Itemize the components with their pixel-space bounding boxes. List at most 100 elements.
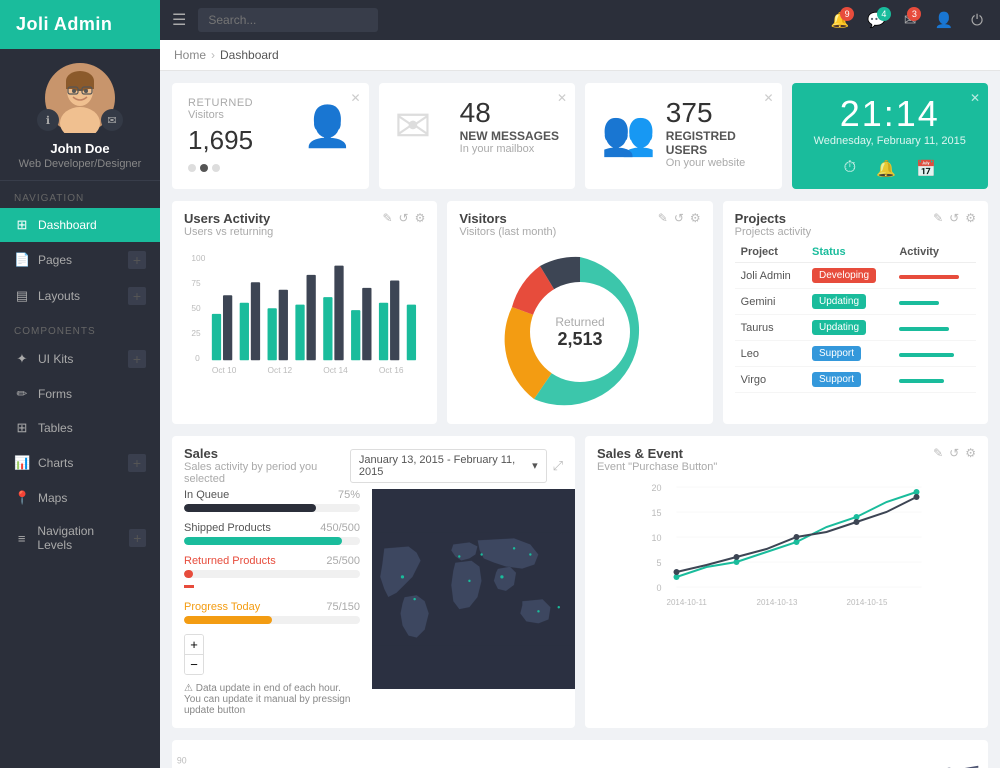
clock-bell-icon[interactable]: 🔔: [876, 159, 896, 179]
users-title: REGISTRED USERS: [666, 129, 766, 157]
progress-sub: ▬: [184, 580, 360, 591]
progress-bar-bg: [184, 537, 360, 545]
sales-event-refresh[interactable]: ↺: [949, 446, 959, 460]
clock-time: 21:14: [840, 93, 940, 135]
nav-levels-plus[interactable]: +: [129, 529, 146, 547]
sales-event-edit[interactable]: ✎: [933, 446, 943, 460]
chevron-down-icon: ▾: [532, 459, 538, 472]
visitors-refresh[interactable]: ↺: [674, 211, 684, 225]
search-input[interactable]: [198, 8, 378, 32]
svg-text:10: 10: [652, 533, 662, 543]
table-row: Virgo Support: [735, 367, 976, 393]
progress-item-queue: In Queue 75%: [184, 489, 360, 512]
messages-badge: 4: [877, 7, 891, 21]
visitors-panel: Visitors Visitors (last month) ✎ ↺ ⚙: [447, 201, 712, 424]
svg-text:25: 25: [191, 328, 201, 338]
visitors-edit[interactable]: ✎: [658, 211, 668, 225]
svg-text:Oct 14: Oct 14: [323, 365, 348, 375]
users-activity-edit[interactable]: ✎: [382, 211, 392, 225]
users-activity-settings[interactable]: ⚙: [415, 211, 426, 225]
sales-panel: Sales Sales activity by period you selec…: [172, 436, 575, 728]
projects-subtitle: Projects activity: [735, 226, 811, 238]
progress-item-today: Progress Today 75/150: [184, 601, 360, 624]
sidebar-item-dashboard[interactable]: ⊞ Dashboard: [0, 208, 160, 242]
sidebar-item-charts[interactable]: 📊 Charts +: [0, 445, 160, 481]
notifications-button[interactable]: 🔔 9: [823, 7, 856, 33]
dashboard-icon: ⊞: [14, 217, 30, 233]
clock-timer-icon[interactable]: ⏱: [844, 159, 856, 179]
uikits-plus[interactable]: +: [128, 350, 146, 368]
returned-label: RETURNED: [188, 97, 253, 109]
stat-card-messages-close[interactable]: ✕: [557, 91, 567, 105]
expand-icon[interactable]: ⤢: [553, 458, 563, 474]
status-badge: Support: [812, 346, 861, 361]
breadcrumb-home[interactable]: Home: [174, 48, 206, 62]
stat-card-returned-close[interactable]: ✕: [350, 91, 360, 105]
map-zoom-out-button[interactable]: −: [185, 655, 203, 674]
clock-card: ✕ 21:14 Wednesday, February 11, 2015 ⏱ 🔔…: [792, 83, 989, 189]
svg-text:2014-10-13: 2014-10-13: [757, 598, 798, 607]
user-menu-button[interactable]: 👤: [927, 7, 960, 33]
sidebar-item-pages[interactable]: 📄 Pages +: [0, 242, 160, 278]
sidebar-item-tables[interactable]: ⊞ Tables: [0, 411, 160, 445]
sidebar-item-forms[interactable]: ✏ Forms: [0, 377, 160, 411]
menu-toggle-button[interactable]: ☰: [168, 6, 190, 34]
table-row: Gemini Updating: [735, 289, 976, 315]
user-icon: 👤: [934, 11, 953, 29]
sales-event-chart-svg: 20 15 10 5 0: [597, 477, 976, 632]
svg-text:90: 90: [177, 756, 187, 766]
power-button[interactable]: ⏻: [964, 8, 990, 33]
sales-event-settings[interactable]: ⚙: [965, 446, 976, 460]
chat-button[interactable]: ✉ 3: [897, 7, 924, 33]
user-info-icon[interactable]: ℹ: [37, 109, 59, 131]
breadcrumb-separator: ›: [211, 48, 215, 62]
sidebar-item-navigation-levels[interactable]: ≡ Navigation Levels +: [0, 515, 160, 561]
map-zoom-in-button[interactable]: +: [185, 635, 203, 655]
sidebar-item-maps[interactable]: 📍 Maps: [0, 481, 160, 515]
pages-plus[interactable]: +: [128, 251, 146, 269]
svg-text:0: 0: [195, 353, 200, 363]
table-row: Joli Admin Developing: [735, 263, 976, 289]
clock-calendar-icon[interactable]: 📅: [916, 159, 936, 179]
svg-text:2,513: 2,513: [557, 329, 602, 349]
activity-bar: [899, 379, 944, 383]
notifications-badge: 9: [840, 7, 854, 21]
visitors-subtitle: Visitors (last month): [459, 226, 556, 238]
activity-bar: [899, 353, 954, 357]
charts-plus[interactable]: +: [128, 454, 146, 472]
world-map: [372, 489, 575, 689]
users-activity-refresh[interactable]: ↺: [399, 211, 409, 225]
svg-text:0: 0: [657, 583, 662, 593]
projects-refresh[interactable]: ↺: [949, 211, 959, 225]
clock-card-close[interactable]: ✕: [970, 91, 980, 105]
stat-card-users-close[interactable]: ✕: [763, 91, 773, 105]
layouts-icon: ▤: [14, 288, 30, 304]
users-activity-subtitle: Users vs returning: [184, 226, 273, 238]
sidebar-item-layouts[interactable]: ▤ Layouts +: [0, 278, 160, 314]
tables-icon: ⊞: [14, 420, 30, 436]
dot: [212, 164, 220, 172]
progress-pct: 75%: [338, 489, 360, 501]
svg-text:100: 100: [191, 253, 205, 263]
messages-button[interactable]: 💬 4: [860, 7, 893, 33]
sidebar-nav-label: Navigation: [0, 181, 160, 208]
layouts-plus[interactable]: +: [128, 287, 146, 305]
stat-card-users: ✕ 👥 375 REGISTRED USERS On your website: [585, 83, 782, 189]
progress-bar-fill: [184, 504, 316, 512]
projects-col-status: Status: [806, 242, 893, 263]
svg-text:5: 5: [657, 558, 662, 568]
projects-edit[interactable]: ✎: [933, 211, 943, 225]
user-message-icon[interactable]: ✉: [101, 109, 123, 131]
sidebar-item-uikits[interactable]: ✦ UI Kits +: [0, 341, 160, 377]
svg-text:15: 15: [652, 508, 662, 518]
visitors-settings[interactable]: ⚙: [690, 211, 701, 225]
date-range-button[interactable]: January 13, 2015 - February 11, 2015 ▾: [350, 449, 547, 483]
progress-bar-bg: [184, 504, 360, 512]
pages-icon: 📄: [14, 252, 30, 268]
progress-bar-fill: [184, 616, 272, 624]
svg-text:Oct 16: Oct 16: [379, 365, 404, 375]
topbar: ☰ 🔔 9 💬 4 ✉ 3 👤 ⏻: [160, 0, 1000, 40]
progress-bar-fill: [184, 570, 193, 578]
sidebar-item-label: Forms: [38, 387, 72, 401]
projects-settings[interactable]: ⚙: [965, 211, 976, 225]
